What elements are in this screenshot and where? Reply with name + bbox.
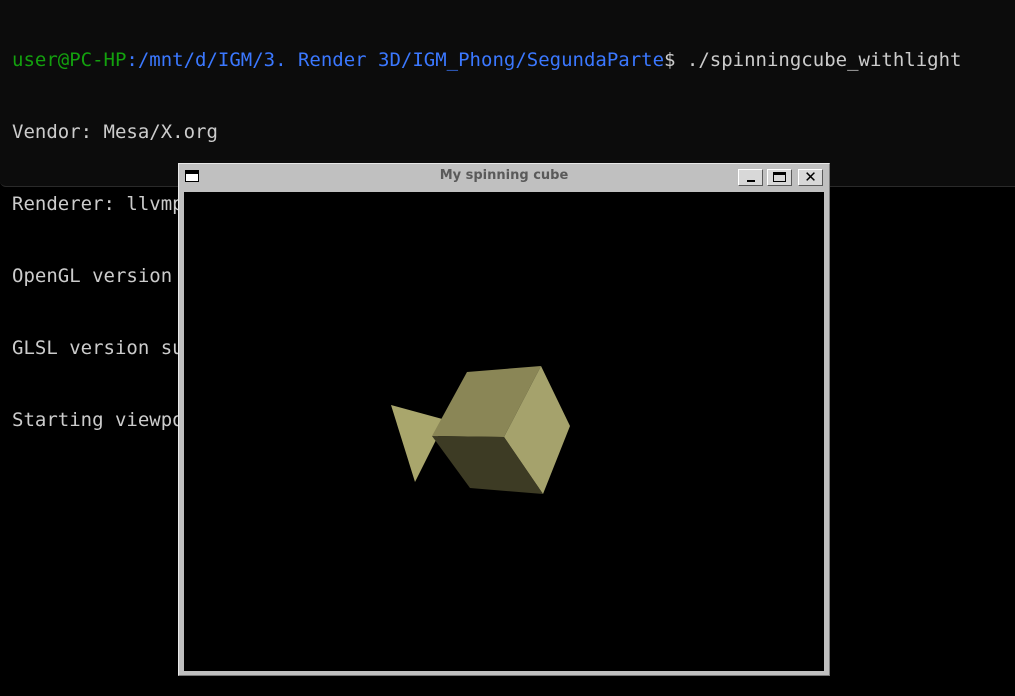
prompt-path: :/mnt/d/IGM/3. Render 3D/IGM_Phong/Segun… [126, 49, 665, 71]
minimize-button[interactable] [738, 169, 763, 186]
close-icon: ✕ [804, 168, 817, 186]
output-line-vendor: Vendor: Mesa/X.org [12, 121, 218, 143]
prompt-user: user@PC-HP [12, 49, 127, 71]
window-title: My spinning cube [439, 168, 569, 183]
opengl-canvas[interactable] [184, 192, 824, 671]
minimize-icon [747, 180, 755, 182]
prompt-line: user@PC-HP:/mnt/d/IGM/3. Render 3D/IGM_P… [12, 48, 1015, 72]
window-titlebar[interactable]: My spinning cube ✕ [179, 164, 829, 189]
prompt-symbol: $ [664, 49, 687, 71]
terminal-window[interactable]: user@PC-HP:/mnt/d/IGM/3. Render 3D/IGM_P… [0, 0, 1015, 431]
close-button[interactable]: ✕ [798, 168, 823, 186]
command-text: ./spinningcube_withlight [686, 49, 962, 71]
maximize-button[interactable] [767, 169, 792, 186]
maximize-icon [773, 172, 786, 182]
spinning-cube-window[interactable]: My spinning cube ✕ [178, 163, 830, 676]
scene-svg [391, 366, 570, 494]
